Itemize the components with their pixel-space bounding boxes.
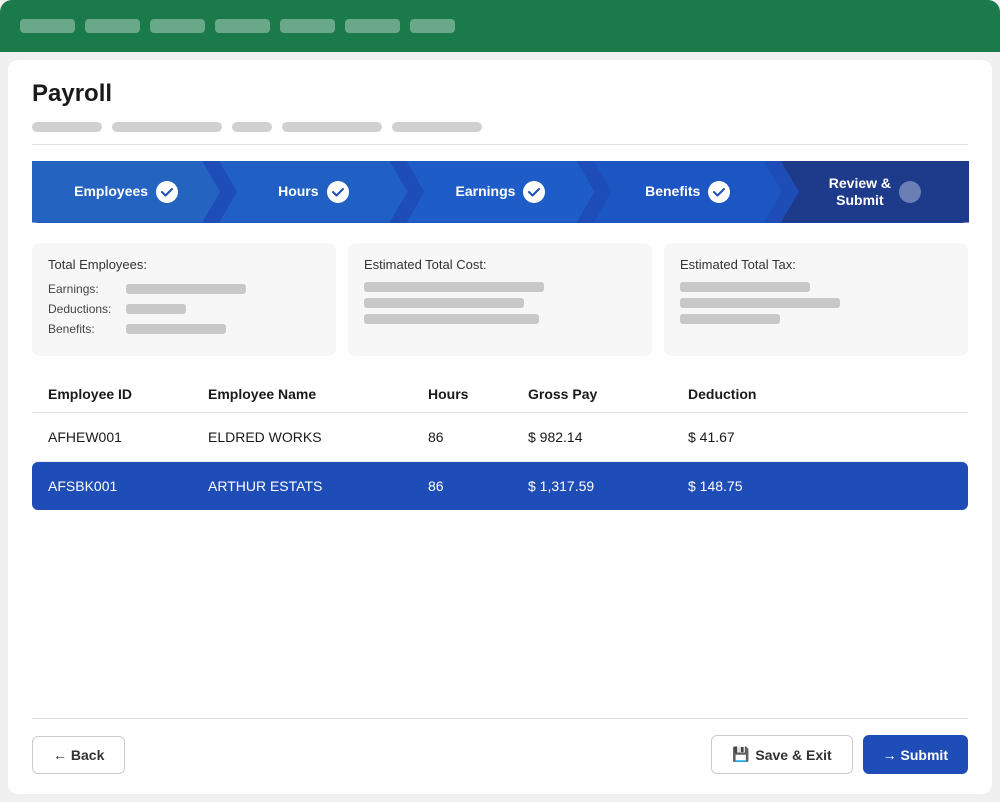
cell-employee-name: ARTHUR ESTATS (208, 478, 428, 494)
wizard-step-earnings[interactable]: Earnings (406, 161, 594, 223)
save-exit-label: Save & Exit (755, 747, 831, 763)
breadcrumb (32, 122, 968, 145)
summary-row-label: Deductions: (48, 302, 118, 316)
summary-bar (364, 298, 524, 308)
cell-employee-name: ELDRED WORKS (208, 429, 428, 445)
breadcrumb-pill (282, 122, 382, 132)
summary-bar (364, 314, 539, 324)
summary-bar (680, 298, 840, 308)
summary-cards: Total Employees: Earnings: Deductions: B… (32, 243, 968, 356)
summary-tax-row-2 (680, 298, 952, 308)
summary-row-deductions: Deductions: (48, 302, 320, 316)
wizard-step-review-submit[interactable]: Review &Submit (781, 161, 969, 223)
col-header-deduction: Deduction (688, 386, 838, 402)
summary-tax-row-1 (680, 282, 952, 292)
summary-cost-row-1 (364, 282, 636, 292)
page-title: Payroll (32, 80, 968, 108)
wizard-step-benefits[interactable]: Benefits (594, 161, 782, 223)
breadcrumb-pill (232, 122, 272, 132)
summary-card-title: Estimated Total Tax: (680, 257, 952, 272)
wizard-step-label: Hours (278, 183, 318, 200)
summary-bar (680, 314, 780, 324)
summary-row-label: Benefits: (48, 322, 118, 336)
summary-cost-row-2 (364, 298, 636, 308)
step-wizard: Employees Hours Earnings (32, 161, 968, 223)
right-actions: 💾 Save & Exit → Submit (711, 735, 968, 774)
wizard-step-label: Benefits (645, 183, 700, 200)
save-exit-button[interactable]: 💾 Save & Exit (711, 735, 853, 774)
cell-employee-id: AFSBK001 (48, 478, 208, 494)
summary-bar (126, 284, 246, 294)
cell-deduction: $ 41.67 (688, 429, 838, 445)
summary-row-earnings: Earnings: (48, 282, 320, 296)
summary-card-total-tax: Estimated Total Tax: (664, 243, 968, 356)
cell-hours: 86 (428, 429, 528, 445)
summary-tax-row-3 (680, 314, 952, 324)
submit-button[interactable]: → Submit (863, 735, 968, 774)
breadcrumb-pill (392, 122, 482, 132)
step-check-icon (156, 181, 178, 203)
step-current-icon (899, 181, 921, 203)
table-row[interactable]: AFHEW001 ELDRED WORKS 86 $ 982.14 $ 41.6… (32, 413, 968, 462)
breadcrumb-pill (112, 122, 222, 132)
nav-pill (85, 19, 140, 33)
top-navigation-bar (0, 0, 1000, 52)
cell-deduction: $ 148.75 (688, 478, 838, 494)
summary-cost-row-3 (364, 314, 636, 324)
step-check-icon (327, 181, 349, 203)
cell-hours: 86 (428, 478, 528, 494)
col-header-hours: Hours (428, 386, 528, 402)
wizard-step-hours[interactable]: Hours (219, 161, 407, 223)
nav-pill (20, 19, 75, 33)
bottom-actions: ← Back 💾 Save & Exit → Submit (32, 718, 968, 774)
nav-pill (345, 19, 400, 33)
summary-card-title: Estimated Total Cost: (364, 257, 636, 272)
nav-pill (150, 19, 205, 33)
nav-pill (215, 19, 270, 33)
step-check-icon (523, 181, 545, 203)
summary-card-employees: Total Employees: Earnings: Deductions: B… (32, 243, 336, 356)
summary-bar (126, 304, 186, 314)
step-check-icon (708, 181, 730, 203)
summary-card-title: Total Employees: (48, 257, 320, 272)
summary-bar (126, 324, 226, 334)
wizard-step-label: Review &Submit (829, 175, 891, 209)
col-header-name: Employee Name (208, 386, 428, 402)
nav-pill (280, 19, 335, 33)
col-header-id: Employee ID (48, 386, 208, 402)
summary-row-benefits: Benefits: (48, 322, 320, 336)
cell-employee-id: AFHEW001 (48, 429, 208, 445)
summary-card-total-cost: Estimated Total Cost: (348, 243, 652, 356)
employee-table: Employee ID Employee Name Hours Gross Pa… (32, 376, 968, 718)
col-header-gross-pay: Gross Pay (528, 386, 688, 402)
table-header-row: Employee ID Employee Name Hours Gross Pa… (32, 376, 968, 413)
table-row-highlighted[interactable]: AFSBK001 ARTHUR ESTATS 86 $ 1,317.59 $ 1… (32, 462, 968, 510)
nav-pill (410, 19, 455, 33)
cell-gross-pay: $ 1,317.59 (528, 478, 688, 494)
back-button[interactable]: ← Back (32, 736, 125, 774)
wizard-step-employees[interactable]: Employees (32, 161, 220, 223)
wizard-step-label: Employees (74, 183, 148, 200)
breadcrumb-pill (32, 122, 102, 132)
save-icon: 💾 (732, 746, 749, 763)
summary-row-label: Earnings: (48, 282, 118, 296)
summary-bar (364, 282, 544, 292)
summary-bar (680, 282, 810, 292)
cell-gross-pay: $ 982.14 (528, 429, 688, 445)
wizard-step-label: Earnings (456, 183, 516, 200)
main-content: Payroll Employees Hours (8, 60, 992, 794)
